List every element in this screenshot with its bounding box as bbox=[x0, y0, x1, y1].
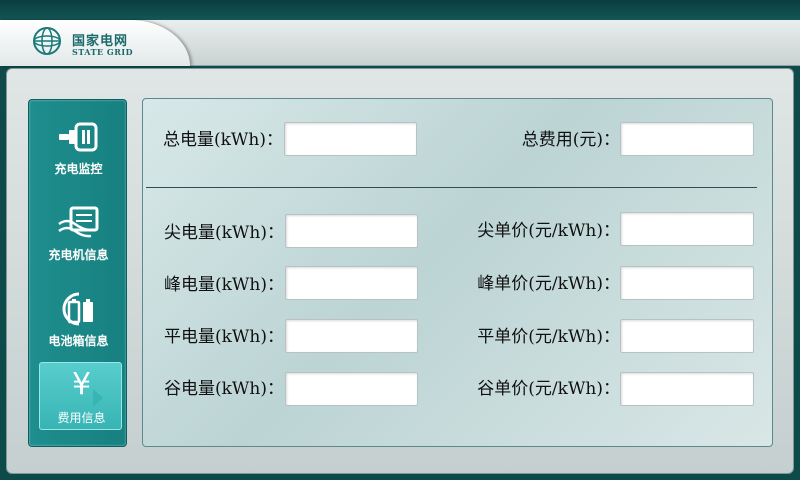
peak-price-field[interactable] bbox=[620, 266, 754, 300]
total-cost-field[interactable] bbox=[620, 122, 754, 156]
flat-price-label: 平单价(元/kWh)： bbox=[477, 327, 620, 347]
flat-energy-field[interactable] bbox=[285, 319, 418, 353]
sidebar-item-charger-info[interactable]: 充电机信息 bbox=[29, 190, 128, 272]
sidebar-item-charging-monitor[interactable]: 充电监控 bbox=[29, 104, 128, 186]
sidebar-item-label: 费用信息 bbox=[57, 411, 106, 425]
state-grid-logo-icon bbox=[33, 27, 61, 55]
peak-price-label: 峰单价(元/kWh)： bbox=[477, 274, 620, 294]
sharp-price-label: 尖单价(元/kWh)： bbox=[477, 221, 620, 241]
sidebar-item-cost-info[interactable]: ¥ 费用信息 bbox=[39, 362, 122, 430]
logo-tab: 国家电网 STATE GRID bbox=[0, 20, 190, 66]
valley-energy-field[interactable] bbox=[285, 372, 418, 406]
sharp-energy-label: 尖电量(kWh)： bbox=[164, 223, 284, 243]
sidebar-item-label: 充电监控 bbox=[54, 162, 103, 176]
valley-energy-label: 谷电量(kWh)： bbox=[164, 379, 284, 399]
app-header: 国家电网 STATE GRID bbox=[0, 20, 800, 66]
active-indicator-arrow bbox=[93, 389, 103, 407]
battery-box-icon bbox=[62, 292, 93, 326]
peak-energy-label: 峰电量(kWh)： bbox=[164, 275, 284, 295]
total-energy-label: 总电量(kWh)： bbox=[163, 130, 283, 150]
total-cost-label: 总费用(元)： bbox=[521, 130, 620, 150]
total-energy-field[interactable] bbox=[284, 122, 417, 156]
logo-text-en: STATE GRID bbox=[72, 47, 134, 57]
sidebar-item-battery-box[interactable]: 电池箱信息 bbox=[29, 276, 128, 358]
yen-icon: ¥ bbox=[71, 367, 92, 402]
valley-price-field[interactable] bbox=[620, 372, 754, 406]
sharp-energy-field[interactable] bbox=[285, 214, 418, 248]
flat-price-field[interactable] bbox=[620, 319, 754, 353]
valley-price-label: 谷单价(元/kWh)： bbox=[477, 379, 620, 399]
sharp-price-field[interactable] bbox=[620, 212, 754, 246]
sidebar: 充电监控 充电机信息 电池箱信息 ¥ 费用信息 bbox=[28, 99, 127, 447]
flat-energy-label: 平电量(kWh)： bbox=[164, 327, 284, 347]
charging-plug-icon bbox=[59, 122, 98, 152]
top-status-strip bbox=[0, 0, 800, 20]
sidebar-item-label: 充电机信息 bbox=[48, 248, 109, 262]
section-divider bbox=[146, 187, 757, 188]
sidebar-item-label: 电池箱信息 bbox=[48, 334, 109, 348]
charger-info-icon bbox=[58, 206, 99, 238]
peak-energy-field[interactable] bbox=[285, 266, 418, 300]
